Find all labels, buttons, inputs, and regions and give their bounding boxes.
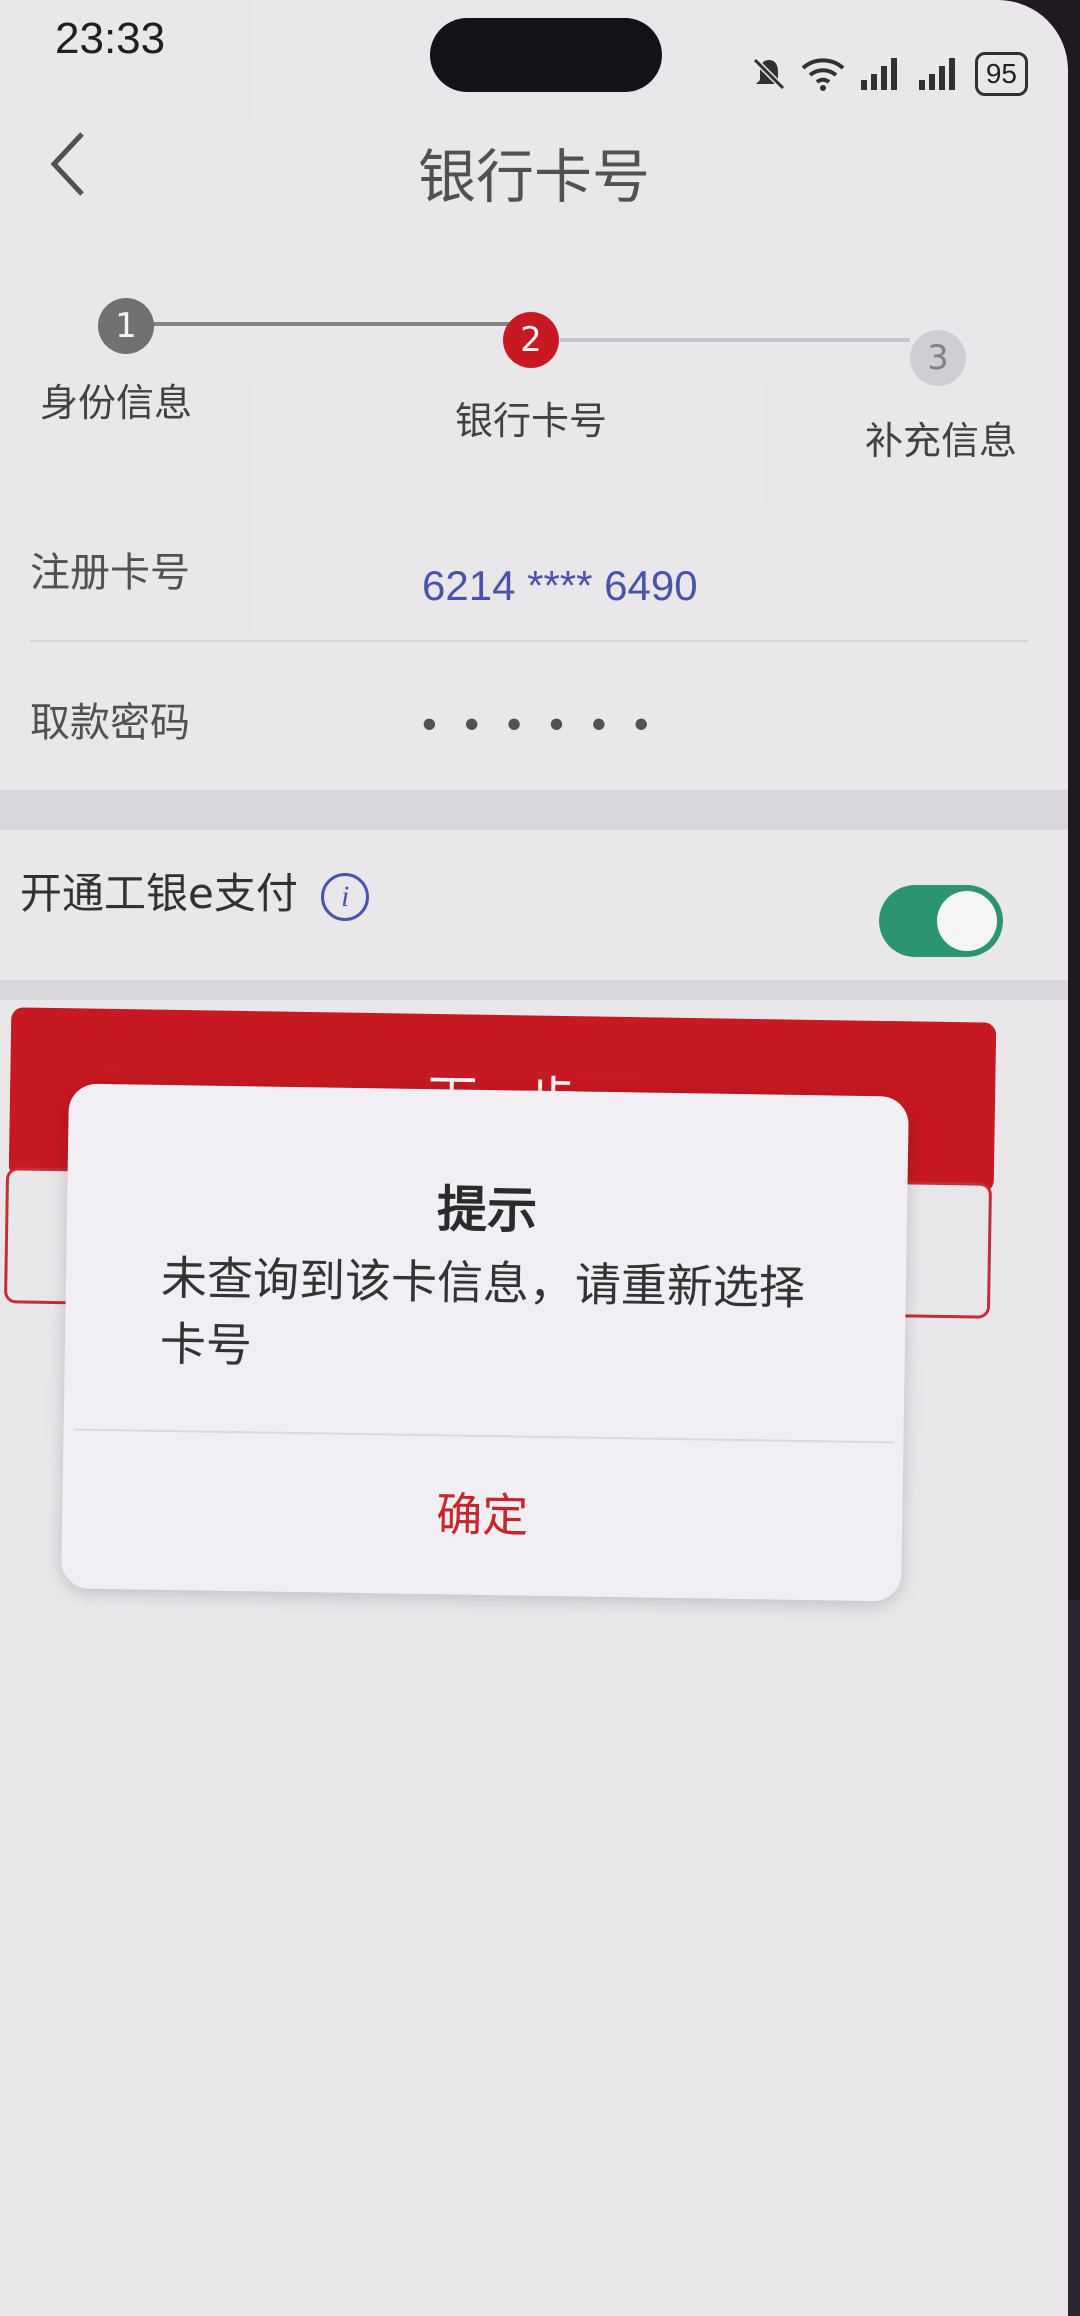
dialog-message: 未查询到该卡信息，请重新选择卡号 (159, 1250, 806, 1373)
device-edge (1068, 1600, 1080, 2316)
alert-dialog: 提示 未查询到该卡信息，请重新选择卡号 确定 (61, 1083, 909, 1602)
dialog-title: 提示 (436, 1180, 538, 1240)
phone-screen: 23:33 95 银行卡号 1 身份信息 2 银行卡号 3 补充信息 注册卡号 … (0, 0, 1068, 2316)
confirm-button[interactable]: 确定 (61, 1433, 903, 1596)
